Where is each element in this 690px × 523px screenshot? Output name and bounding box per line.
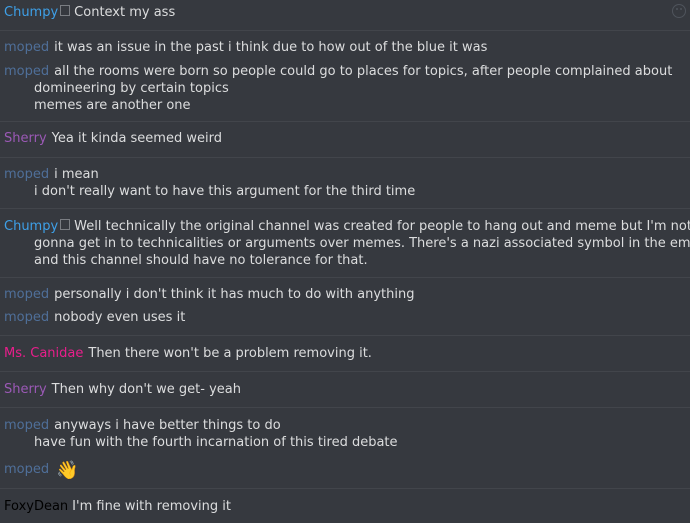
author-name[interactable]: Chumpy (4, 219, 58, 234)
author-name[interactable]: Ms. Canidae (4, 346, 83, 361)
author-badge-icon (60, 5, 71, 16)
author-name[interactable]: moped (4, 310, 49, 325)
message-text: all the rooms were born so people could … (54, 64, 673, 79)
message-text: anyways i have better things to do (54, 418, 281, 433)
message: moped i mean (4, 166, 686, 183)
message: FoxyDean I'm fine with removing it (4, 498, 686, 515)
message-group: Chumpy Well technically the original chan… (0, 209, 690, 277)
message-text: it was an issue in the past i think due … (54, 40, 488, 55)
message-text: personally i don't think it has much to … (54, 287, 415, 302)
chat-messages: Chumpy Context my ass moped it was an issu… (0, 0, 690, 523)
message: moped all the rooms were born so people c… (4, 63, 686, 80)
message: Chumpy Well technically the original chan… (4, 218, 690, 235)
message: moped it was an issue in the past i think… (4, 39, 686, 56)
message: moped 👋 (4, 460, 686, 481)
message: Sherry Yea it kinda seemed weird (4, 130, 686, 147)
message: Chumpy Context my ass (4, 4, 686, 21)
message-group: moped i mean i don't really want to have … (0, 158, 690, 208)
message-group: FoxyDean I'm fine with removing it (0, 489, 690, 523)
author-name[interactable]: Sherry (4, 382, 47, 397)
message: moped personally i don't think it has muc… (4, 286, 686, 303)
author-name[interactable]: moped (4, 64, 49, 79)
author-name[interactable]: moped (4, 287, 49, 302)
author-name[interactable]: moped (4, 462, 49, 477)
message-group: Ms. Canidae Then there won't be a problem… (0, 336, 690, 371)
message: moped anyways i have better things to do (4, 417, 686, 434)
waving-hand-icon: 👋 (56, 460, 79, 481)
message: Ms. Canidae Then there won't be a problem… (4, 345, 686, 362)
author-name[interactable]: Chumpy (4, 5, 58, 20)
message-text: Context my ass (74, 5, 176, 20)
message-text: Then there won't be a problem removing i… (88, 346, 372, 361)
message-group: moped anyways i have better things to do … (0, 408, 690, 488)
message-text: I'm fine with removing it (72, 499, 231, 514)
author-name[interactable]: moped (4, 40, 49, 55)
message-text: Well technically the original channel wa… (74, 219, 690, 234)
author-name[interactable]: moped (4, 167, 49, 182)
message: moped nobody even uses it (4, 309, 686, 326)
message-text: Then why don't we get- yeah (51, 382, 241, 397)
message-text: Yea it kinda seemed weird (51, 131, 222, 146)
add-reaction-icon[interactable] (672, 4, 686, 18)
message-text-continued: domineering by certain topics (34, 81, 229, 96)
message: Sherry Then why don't we get- yeah (4, 381, 686, 398)
author-name[interactable]: moped (4, 418, 49, 433)
message-group: moped personally i don't think it has muc… (0, 278, 690, 335)
message-text-continued: gonna get in to technicalities or argume… (34, 236, 690, 251)
message-text-continued: have fun with the fourth incarnation of … (34, 435, 398, 450)
author-name[interactable]: Sherry (4, 131, 47, 146)
author-name[interactable]: FoxyDean (4, 499, 68, 514)
message-group: moped it was an issue in the past i think… (0, 31, 690, 121)
message-group: Sherry Then why don't we get- yeah (0, 372, 690, 407)
message-group: Chumpy Context my ass (0, 0, 690, 30)
message-text-continued: i don't really want to have this argumen… (34, 184, 416, 199)
message-text: nobody even uses it (54, 310, 186, 325)
message-group: Sherry Yea it kinda seemed weird (0, 122, 690, 157)
message-text: i mean (54, 167, 99, 182)
message-text-continued: and this channel should have no toleranc… (34, 253, 368, 268)
author-badge-icon (60, 219, 71, 230)
message-text-continued: memes are another one (34, 98, 191, 113)
